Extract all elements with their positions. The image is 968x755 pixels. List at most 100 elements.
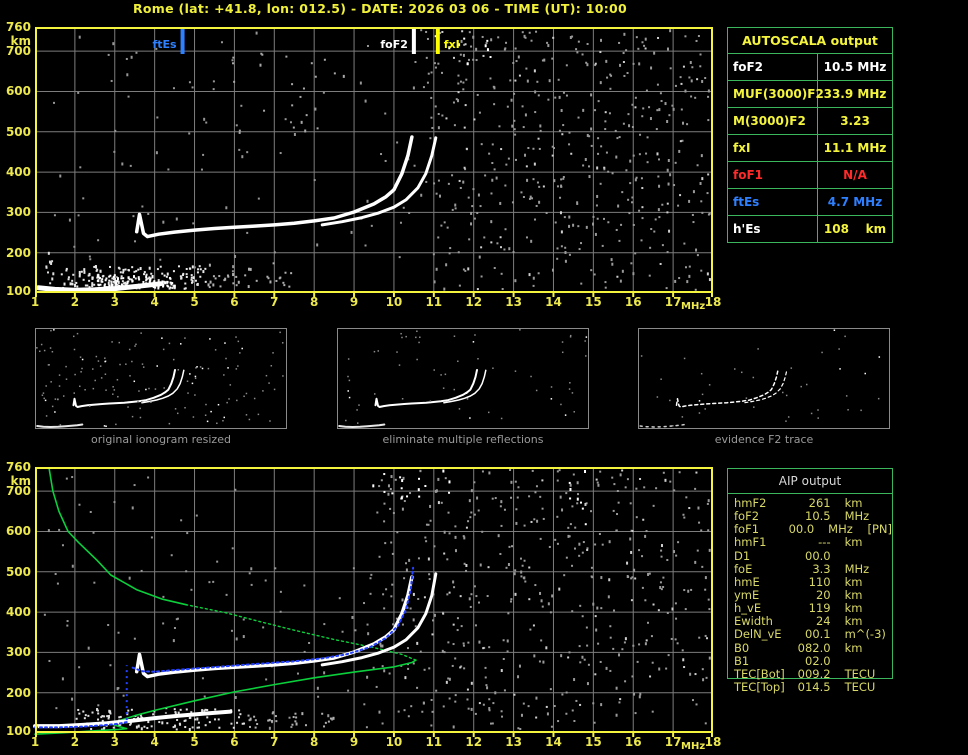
bottom-x-axis-tick: 10 [385,735,403,749]
top-x-axis-tick: 14 [545,295,562,309]
parameter-label: foF1 [728,162,818,188]
bottom-y-axis-tick: 700 [5,484,31,498]
aip-row-foe: foE 3.3 MHz [728,561,892,576]
aip-parameter-label: hmE [734,574,760,589]
autoscala-table-rows: foF2 10.5 MHz MUF(3000)F2 33.9 MHz M(3000)F2… [728,54,892,242]
bottom-x-axis-tick: 3 [110,735,119,749]
autoscala-table-title: AUTOSCALA output [728,28,892,54]
parameter-value: 4.7 MHz [827,195,883,209]
bottom-x-axis-tick: 16 [624,735,642,749]
parameter-value: 108 km [823,222,887,236]
bottom-x-axis-tick: 11 [425,735,443,749]
aip-parameter-unit [831,550,892,563]
top-x-axis-tick: 13 [505,295,522,309]
bottom-ionogram-plot [33,467,713,737]
top-y-axis-tick: 700 [5,44,31,58]
top-x-axis-tick: 1 [30,295,40,309]
thumbnail-ionogram-image [338,329,588,428]
aip-parameter-label: B0 [734,640,750,655]
bottom-x-axis-tick: 6 [230,735,239,749]
parameter-value: N/A [843,168,867,182]
svg-text:foF2: foF2 [380,38,408,51]
thumbnail-caption: evidence F2 trace [714,433,814,446]
aip-row-b0: B0 082.0 km [728,640,892,655]
aip-row-tecbot: TEC[Bot] 009.2 TECU [728,666,892,681]
top-ionogram-plot: ftEs foF2 fxI [35,27,713,297]
parameter-value: 10.5 MHz [823,60,887,74]
top-x-axis-tick: 11 [425,295,443,309]
aip-parameter-label: hmF1 [734,535,767,550]
aip-parameter-extra: [PN] [867,522,893,537]
aip-parameter-value: 014.5 [797,679,831,694]
parameter-label: MUF(3000)F2 [728,81,824,107]
thumbnail-ionogram-image [36,329,284,428]
svg-text:fxI: fxI [444,38,460,51]
top-x-axis-tick: 15 [584,295,602,309]
bottom-x-axis-tick: 9 [349,735,359,749]
bottom-y-axis-tick: 200 [5,686,31,700]
thumbnail-3 [638,328,890,429]
aip-parameter-value: 110 [808,574,831,589]
bottom-x-axis-tick: 4 [150,735,159,749]
aip-parameter-unit: TECU [844,666,876,681]
bottom-x-axis-tick: 14 [545,735,562,749]
thumbnail-2 [337,328,589,429]
bottom-y-axis-tick: 300 [5,645,31,659]
station-date-title: Rome (lat: +41.8, lon: 012.5) - DATE: 20… [132,1,628,16]
aip-parameter-label: TEC[Bot] [734,666,785,681]
top-x-axis-tick: 7 [270,295,279,309]
autoscala-window: Rome (lat: +41.8, lon: 012.5) - DATE: 20… [0,0,968,755]
aip-parameter-value: --- [818,535,831,550]
aip-row-hme: hmE 110 km [728,574,892,589]
bottom-y-axis-tick: 500 [5,565,31,579]
bottom-x-axis-unit: MHz [681,741,706,752]
parameter-value: 11.1 MHz [823,141,887,155]
top-x-axis-tick: 2 [70,295,80,309]
parameter-label: foF2 [728,54,818,80]
top-x-axis-unit: MHz [681,301,706,312]
parameter-label: M(3000)F2 [728,108,818,134]
aip-output-table: AIP output hmF2 261 km foF2 10.5 MHz foF1 00.0 M… [727,468,893,694]
aip-parameter-label: B1 [734,653,750,668]
aip-parameter-value: 00.0 [805,548,831,563]
top-y-axis-tick: 760 [5,20,31,34]
parameter-label: fxI [728,135,818,161]
thumbnail-1 [35,328,287,429]
aip-parameter-value: 082.0 [797,640,831,655]
aip-parameter-unit: MHz [844,561,870,576]
top-y-axis-tick: 500 [5,125,31,139]
top-x-axis-tick: 16 [624,295,642,309]
top-x-axis-tick: 5 [190,295,199,309]
autoscala-row-fxi: fxI 11.1 MHz [728,135,892,162]
top-y-axis-tick: 300 [5,205,31,219]
aip-parameter-label: DelN_vE [734,627,782,642]
aip-parameter-label: TEC[Top] [734,679,785,694]
aip-parameter-value: 3.3 [812,561,831,576]
top-y-axis-tick: 200 [5,246,31,260]
aip-parameter-value: 009.2 [797,666,831,681]
aip-row-b1: B1 02.0 [728,653,892,668]
bottom-x-axis-tick: 7 [270,735,279,749]
top-x-axis-tick: 3 [110,295,119,309]
autoscala-row-fof1: foF1 N/A [728,162,892,189]
aip-parameter-label: D1 [734,548,751,563]
aip-parameter-value: 02.0 [805,653,831,668]
bottom-x-axis-tick: 15 [584,735,602,749]
aip-table-title: AIP output [728,469,892,494]
thumbnail-ionogram-image [639,329,881,428]
parameter-label: ftEs [728,189,818,215]
autoscala-row-fof2: foF2 10.5 MHz [728,54,892,81]
autoscala-row-hes: h'Es 108 km [728,216,892,242]
top-x-axis-tick: 10 [385,295,403,309]
top-x-axis-tick: 8 [309,295,319,309]
aip-parameter-unit [831,655,892,668]
aip-parameter-label: foE [734,561,753,576]
thumbnail-caption: original ionogram resized [91,433,231,446]
top-x-axis-tick: 9 [349,295,359,309]
aip-parameter-unit: TECU [844,679,876,694]
aip-parameter-unit: m^(-3) [844,627,886,642]
top-y-axis-tick: 400 [5,165,31,179]
bottom-x-axis-tick: 5 [190,735,199,749]
bottom-x-axis-tick: 12 [465,735,483,749]
aip-parameter-value: 00.0 [788,522,815,537]
